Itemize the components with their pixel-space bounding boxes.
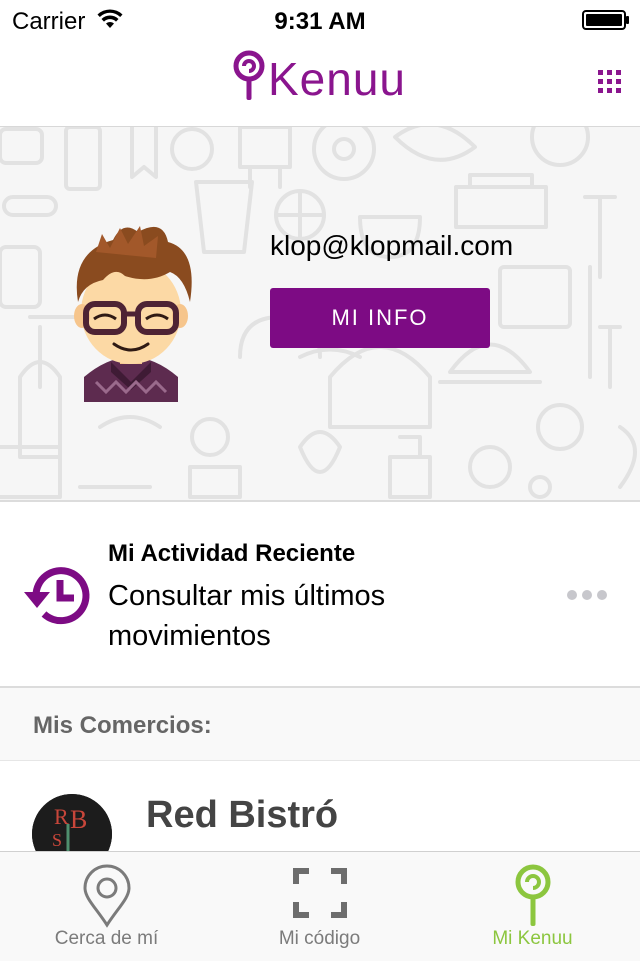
tab-bar: Cerca de mí Mi código Mi Kenuu: [0, 851, 640, 961]
status-time: 9:31 AM: [274, 8, 366, 35]
history-clock-icon: [22, 564, 92, 631]
stores-section-title: Mis Comercios:: [33, 712, 212, 739]
svg-text:B: B: [70, 805, 87, 834]
lollipop-icon: [426, 864, 639, 928]
more-dots-icon[interactable]: [566, 588, 608, 606]
navigation-bar: Kenuu: [0, 40, 640, 127]
lollipop-logo-icon: [232, 50, 266, 107]
tab-label: Mi Kenuu: [492, 928, 573, 949]
grid-menu-button[interactable]: [598, 70, 622, 94]
tab-label: Mi código: [278, 928, 361, 949]
activity-title: Mi Actividad Reciente: [108, 540, 356, 567]
kenuu-logo: Kenuu: [232, 50, 406, 107]
logo-text: Kenuu: [268, 52, 407, 105]
mi-info-button[interactable]: MI INFO: [270, 288, 490, 348]
recent-activity-row[interactable]: Mi Actividad Reciente Consultar mis últi…: [0, 502, 640, 688]
store-name: Red Bistró: [146, 794, 339, 836]
status-bar: Carrier 9:31 AM: [0, 0, 640, 40]
svg-text:S: S: [52, 830, 62, 850]
grid-icon: [598, 70, 621, 93]
scan-frame-icon: [213, 868, 426, 918]
tab-mi-codigo[interactable]: Mi código: [213, 852, 426, 961]
profile-header: klop@klopmail.com MI INFO: [0, 127, 640, 502]
user-avatar[interactable]: [56, 222, 206, 407]
activity-description: Consultar mis últimos movimientos: [108, 580, 386, 652]
stores-section-header: Mis Comercios:: [0, 688, 640, 761]
red-bistro-logo: R B S: [32, 794, 112, 851]
store-row[interactable]: R B S Red Bistró: [0, 761, 640, 851]
tab-cerca-de-mi[interactable]: Cerca de mí: [0, 852, 213, 961]
battery-icon: [582, 10, 629, 30]
user-email: klop@klopmail.com: [270, 230, 514, 261]
location-pin-icon: [0, 864, 213, 928]
tab-label: Cerca de mí: [54, 928, 159, 949]
tab-mi-kenuu[interactable]: Mi Kenuu: [426, 852, 640, 961]
